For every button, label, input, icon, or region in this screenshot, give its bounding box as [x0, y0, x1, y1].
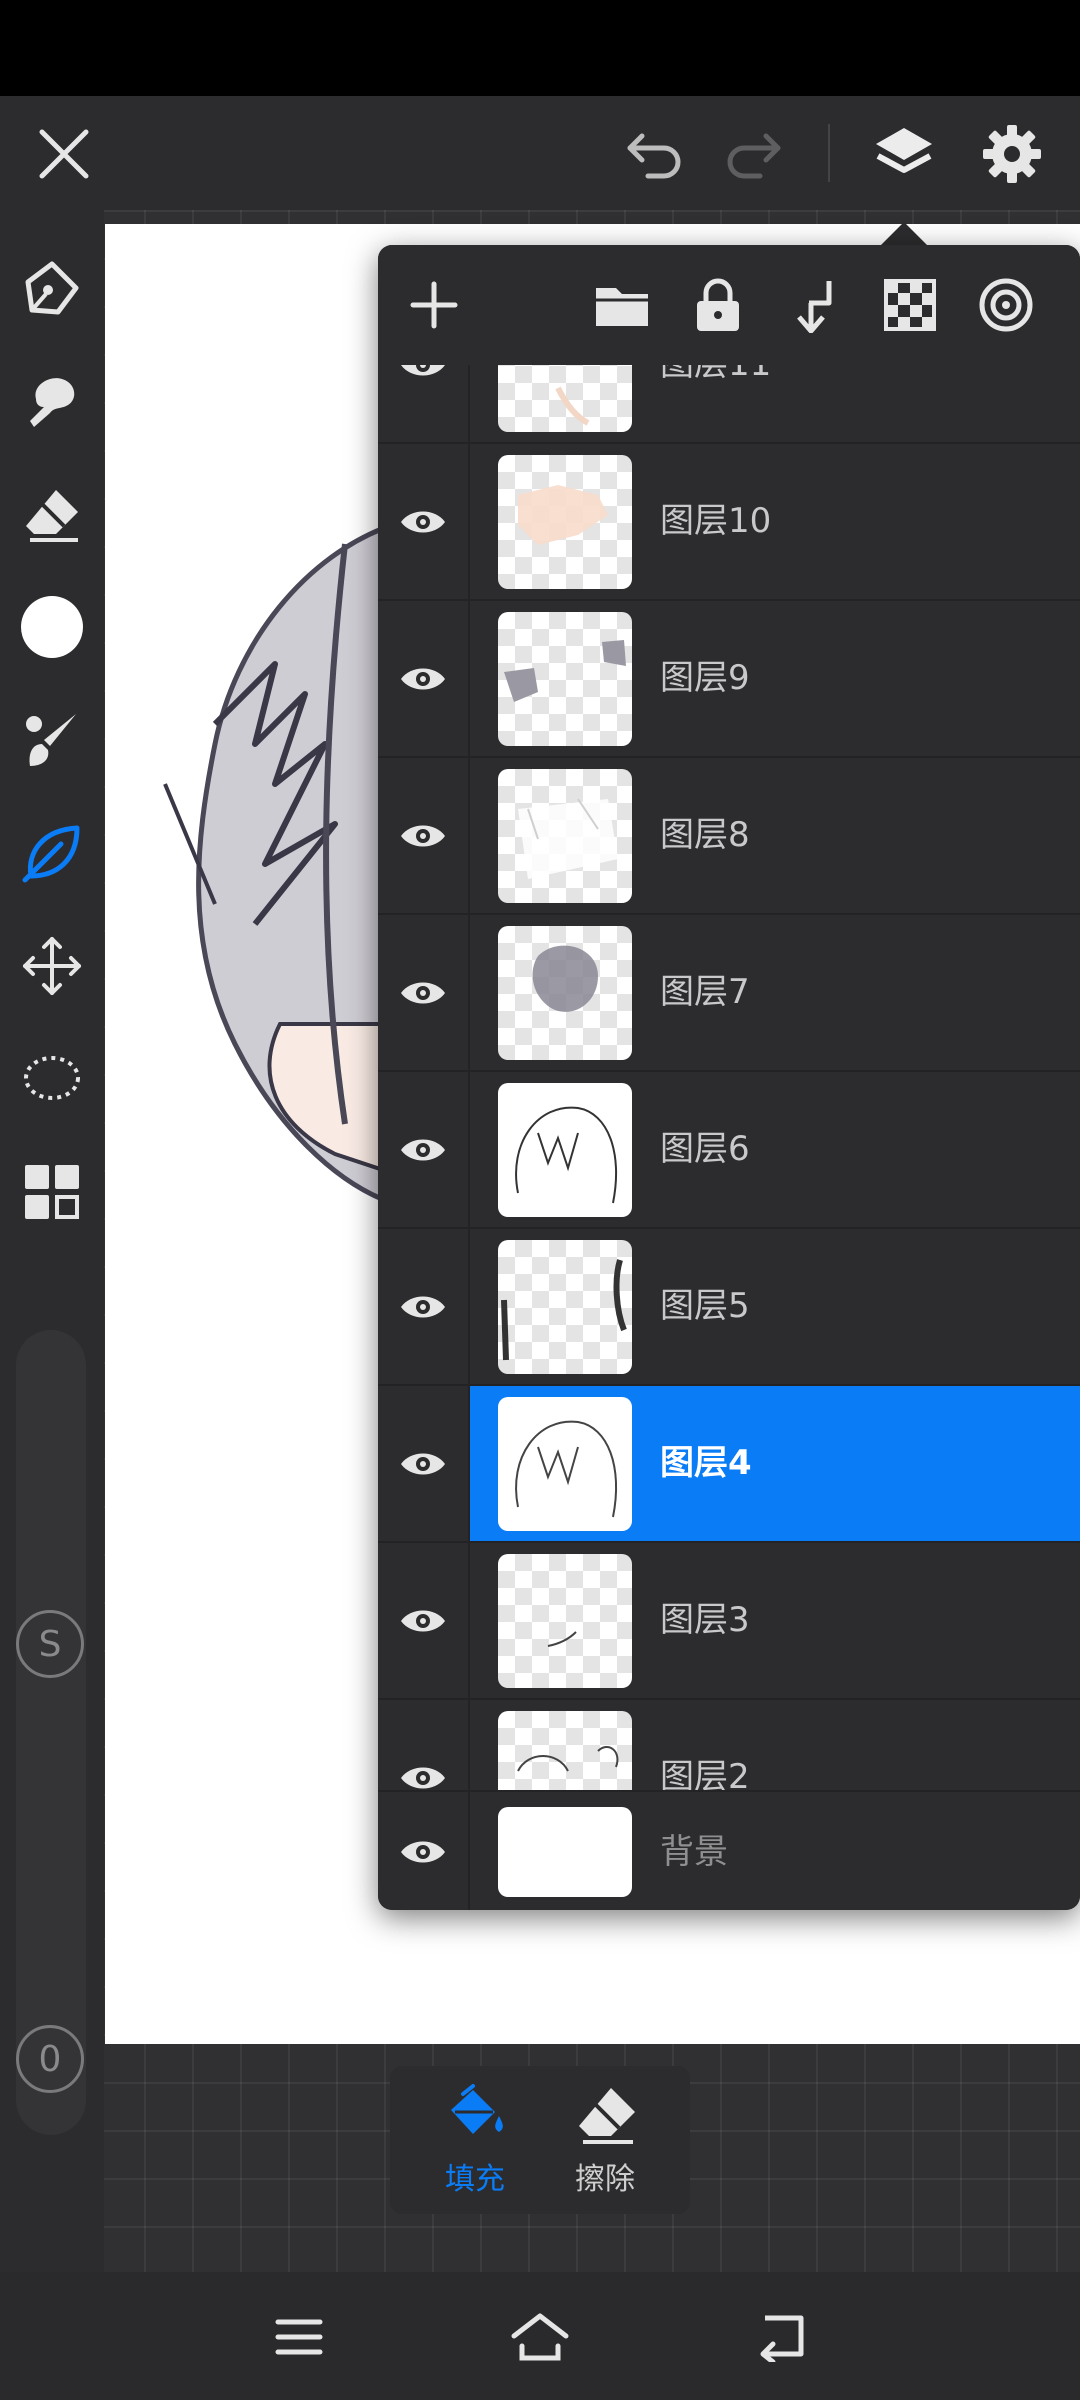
left-toolbar: S 0	[0, 210, 104, 2272]
merge-down-icon[interactable]	[778, 269, 850, 341]
fill-erase-popup: 填充 擦除	[390, 2066, 690, 2214]
layer-row[interactable]: 图层3	[378, 1543, 1080, 1700]
settings-icon[interactable]	[974, 116, 1050, 192]
layer-row[interactable]: 图层11	[378, 365, 1080, 444]
layer-thumbnail	[498, 1397, 632, 1531]
redo-icon[interactable]	[714, 116, 790, 192]
visibility-eye-icon[interactable]	[378, 915, 470, 1070]
layer-thumbnail	[498, 1083, 632, 1217]
layer-name: 图层9	[660, 658, 750, 698]
transform-icon[interactable]	[14, 928, 90, 1004]
layer-row[interactable]: 图层6	[378, 1072, 1080, 1229]
layer-row[interactable]: 图层9	[378, 601, 1080, 758]
size-slider-badge: S	[16, 1610, 84, 1678]
layer-name: 图层3	[660, 1600, 750, 1640]
lock-icon[interactable]	[682, 269, 754, 341]
visibility-eye-icon[interactable]	[378, 1386, 470, 1541]
add-icon[interactable]	[398, 269, 470, 341]
folder-icon[interactable]	[586, 269, 658, 341]
layer-name: 图层8	[660, 815, 750, 855]
background-layer-row[interactable]: 背景	[378, 1790, 1080, 1910]
layer-thumbnail	[498, 1240, 632, 1374]
visibility-eye-icon[interactable]	[378, 1229, 470, 1384]
visibility-eye-icon[interactable]	[378, 444, 470, 599]
background-thumbnail	[498, 1807, 632, 1897]
layer-row-selected[interactable]: 图层4	[378, 1386, 1080, 1543]
layer-row[interactable]: 图层8	[378, 758, 1080, 915]
top-bar	[0, 96, 1080, 210]
layers-icon[interactable]	[866, 116, 942, 192]
eraser-icon[interactable]	[14, 476, 90, 552]
layer-name: 图层7	[660, 972, 750, 1012]
layers-panel-caret	[880, 222, 928, 246]
fill-label: 填充	[445, 2162, 505, 2197]
layer-name: 图层10	[660, 501, 772, 541]
layer-thumbnail	[498, 769, 632, 903]
pen-icon[interactable]	[14, 250, 90, 326]
fill-button[interactable]: 填充	[410, 2080, 540, 2204]
layer-thumbnail	[498, 365, 632, 432]
close-icon[interactable]	[26, 116, 102, 192]
toolbar-divider	[828, 124, 830, 182]
layer-thumbnail	[498, 455, 632, 589]
grid-icon[interactable]	[14, 1154, 90, 1230]
layer-name: 图层6	[660, 1129, 750, 1169]
layers-panel-toolbar	[378, 245, 1080, 365]
visibility-eye-icon[interactable]	[378, 1792, 470, 1910]
layers-panel: 图层11 图层10 图层9	[378, 245, 1080, 1910]
status-bar	[0, 0, 1080, 96]
visibility-eye-icon[interactable]	[378, 365, 470, 442]
transparency-icon[interactable]	[874, 269, 946, 341]
layer-row[interactable]: 图层7	[378, 915, 1080, 1072]
menu-icon[interactable]	[264, 2302, 334, 2372]
layer-name: 图层11	[660, 365, 771, 442]
visibility-eye-icon[interactable]	[378, 601, 470, 756]
background-layer-name: 背景	[660, 1832, 728, 1872]
system-nav-bar	[0, 2272, 1080, 2400]
visibility-eye-icon[interactable]	[378, 758, 470, 913]
layer-row[interactable]: 图层5	[378, 1229, 1080, 1386]
leaf-brush-icon[interactable]	[14, 815, 90, 891]
layer-row[interactable]: 图层10	[378, 444, 1080, 601]
opacity-slider-badge: 0	[16, 2025, 84, 2093]
layer-name: 图层4	[660, 1443, 752, 1483]
color-circle-icon[interactable]	[14, 589, 90, 665]
visibility-eye-icon[interactable]	[378, 1543, 470, 1698]
fill-bucket-icon	[451, 2084, 503, 2134]
undo-icon[interactable]	[618, 116, 694, 192]
brush-icon[interactable]	[14, 702, 90, 778]
brush-opacity-slider[interactable]: 0	[16, 1755, 86, 2135]
smudge-icon[interactable]	[14, 363, 90, 439]
home-icon[interactable]	[505, 2302, 575, 2372]
eraser-icon	[579, 2088, 635, 2144]
layer-thumbnail	[498, 926, 632, 1060]
layer-thumbnail	[498, 612, 632, 746]
visibility-eye-icon[interactable]	[378, 1072, 470, 1227]
erase-label: 擦除	[575, 2162, 635, 2197]
layer-name: 图层5	[660, 1286, 750, 1326]
layer-thumbnail	[498, 1554, 632, 1688]
back-icon[interactable]	[748, 2302, 818, 2372]
blend-icon[interactable]	[970, 269, 1042, 341]
erase-button[interactable]: 擦除	[540, 2080, 670, 2204]
lasso-icon[interactable]	[14, 1041, 90, 1117]
layer-list[interactable]: 图层11 图层10 图层9	[378, 365, 1080, 1910]
